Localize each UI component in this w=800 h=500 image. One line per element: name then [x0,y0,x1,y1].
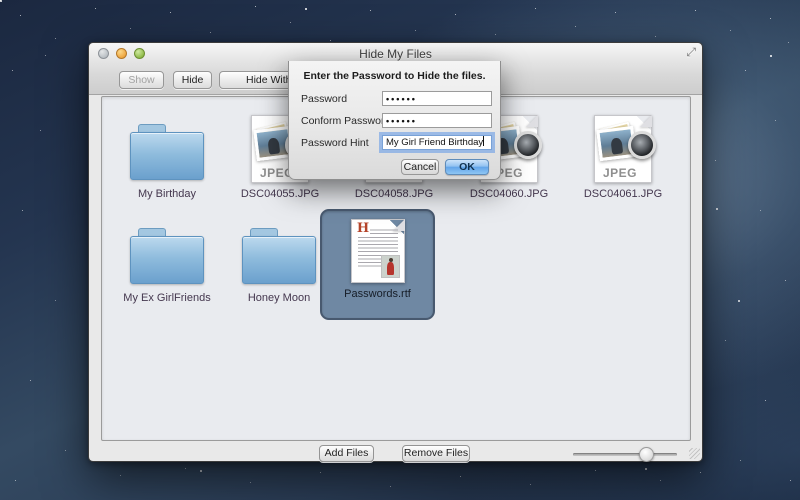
ok-button[interactable]: OK [445,159,489,175]
password-label: Password [301,93,347,105]
file-label: DSC04061.JPG [571,188,675,200]
file-label: My Birthday [115,188,219,200]
sheet-title: Enter the Password to Hide the files. [289,70,500,82]
file-label: My Ex GirlFriends [115,292,219,304]
resize-grip[interactable] [689,448,700,459]
confirm-password-input[interactable]: •••••• [382,113,492,128]
file-item-my-ex-girlfriends[interactable]: My Ex GirlFriends [115,215,219,304]
file-label: Passwords.rtf [322,288,433,300]
file-label: DSC04060.JPG [457,188,561,200]
file-item-passwords-rtf-selected[interactable]: H Passwords.rtf [320,209,435,320]
remove-files-button[interactable]: Remove Files [402,445,470,462]
titlebar[interactable]: Hide My Files ⤢ [89,43,702,63]
add-files-button[interactable]: Add Files [319,445,374,462]
slider-track[interactable] [573,453,677,456]
text-caret [483,136,484,146]
password-sheet-dialog: Enter the Password to Hide the files. Pa… [288,61,501,180]
app-window: Hide My Files ⤢ Show Hide Hide With Pass… [88,42,703,462]
rtf-file-icon: H [322,219,433,283]
show-button[interactable]: Show [119,71,164,89]
icon-size-slider[interactable] [573,446,677,462]
file-item-dsc04061[interactable]: JPEG DSC04061.JPG [571,111,675,200]
fullscreen-icon[interactable]: ⤢ [686,45,696,60]
password-input[interactable]: •••••• [382,91,492,106]
confirm-password-label: Conform Password [301,115,390,127]
file-item-honey-moon[interactable]: Honey Moon [227,215,331,304]
cancel-button[interactable]: Cancel [401,159,439,175]
window-title: Hide My Files [89,47,702,61]
rtf-dropcap: H [357,222,370,235]
password-hint-input[interactable]: My Girl Friend Birthday [382,135,492,150]
folder-icon [227,215,331,287]
password-hint-label: Password Hint [301,137,369,149]
file-label: Honey Moon [227,292,331,304]
file-label: DSC04058.JPG [342,188,446,200]
jpeg-badge: JPEG [595,166,645,180]
slider-thumb[interactable] [639,447,654,462]
jpeg-file-icon: JPEG [571,111,675,183]
file-item-my-birthday[interactable]: My Birthday [115,111,219,200]
starfield-bright [0,0,2,2]
hide-button[interactable]: Hide [173,71,212,89]
file-label: DSC04055.JPG [228,188,332,200]
folder-icon [115,215,219,287]
folder-icon [115,111,219,183]
